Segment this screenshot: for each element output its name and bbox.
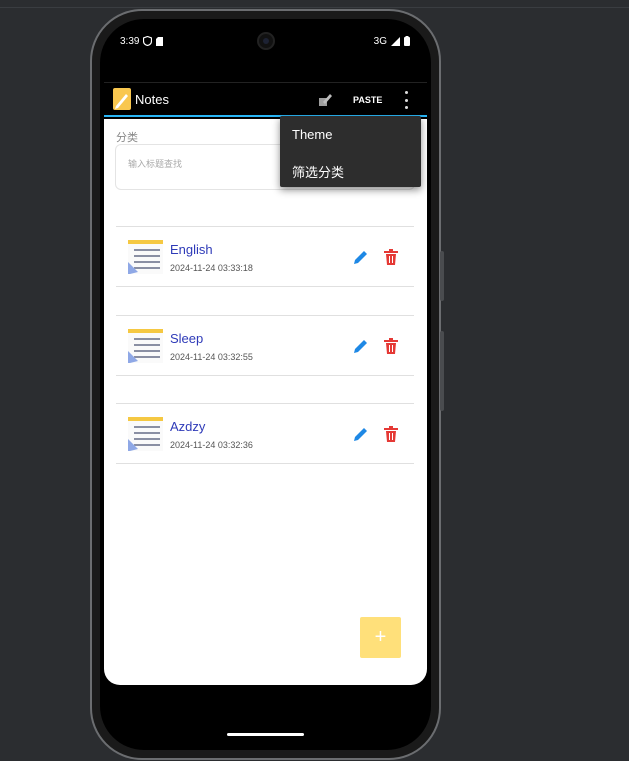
power-button bbox=[440, 331, 444, 411]
volume-button bbox=[440, 251, 444, 301]
signal-icon bbox=[391, 36, 400, 46]
more-options-icon[interactable] bbox=[403, 91, 409, 109]
note-date: 2024-11-24 03:32:55 bbox=[170, 352, 253, 362]
status-time: 3:39 bbox=[120, 35, 140, 47]
ide-divider bbox=[0, 7, 629, 8]
paste-button[interactable]: PASTE bbox=[353, 95, 382, 105]
edit-pencil-icon[interactable] bbox=[353, 249, 369, 265]
note-document-icon bbox=[128, 240, 163, 274]
search-input[interactable] bbox=[128, 159, 288, 169]
edit-pencil-icon[interactable] bbox=[353, 338, 369, 354]
gesture-nav-bar[interactable] bbox=[227, 733, 304, 736]
overflow-menu: Theme 筛选分类 bbox=[280, 116, 421, 187]
status-bar: 3:39 3G bbox=[120, 31, 410, 51]
note-title: Azdzy bbox=[170, 419, 206, 434]
notes-list-screen: 分类 English 2024-11-24 03:33:18 Sleep bbox=[104, 119, 427, 685]
note-date: 2024-11-24 03:33:18 bbox=[170, 263, 253, 273]
sd-card-icon bbox=[156, 36, 164, 46]
menu-item-theme[interactable]: Theme bbox=[292, 127, 332, 142]
list-item[interactable]: Sleep 2024-11-24 03:32:55 bbox=[116, 315, 414, 376]
list-item[interactable]: English 2024-11-24 03:33:18 bbox=[116, 226, 414, 287]
delete-trash-icon[interactable] bbox=[384, 249, 398, 265]
note-title: English bbox=[170, 242, 213, 257]
delete-trash-icon[interactable] bbox=[384, 338, 398, 354]
note-title: Sleep bbox=[170, 331, 204, 346]
notes-logo-icon bbox=[113, 88, 131, 110]
note-date: 2024-11-24 03:32:36 bbox=[170, 440, 253, 450]
list-item[interactable]: Azdzy 2024-11-24 03:32:36 bbox=[116, 403, 414, 464]
menu-item-filter-category[interactable]: 筛选分类 bbox=[292, 162, 344, 181]
add-note-button[interactable]: + bbox=[360, 617, 401, 658]
note-document-icon bbox=[128, 329, 163, 363]
note-document-icon bbox=[128, 417, 163, 451]
network-type: 3G bbox=[373, 35, 387, 47]
delete-trash-icon[interactable] bbox=[384, 426, 398, 442]
shield-icon bbox=[143, 36, 153, 46]
edit-pencil-icon[interactable] bbox=[353, 426, 369, 442]
battery-icon bbox=[404, 36, 410, 46]
app-title: Notes bbox=[135, 92, 169, 107]
theme-brush-icon[interactable] bbox=[317, 92, 333, 108]
app-bar: Notes PASTE bbox=[104, 82, 427, 117]
category-label: 分类 bbox=[116, 132, 138, 144]
